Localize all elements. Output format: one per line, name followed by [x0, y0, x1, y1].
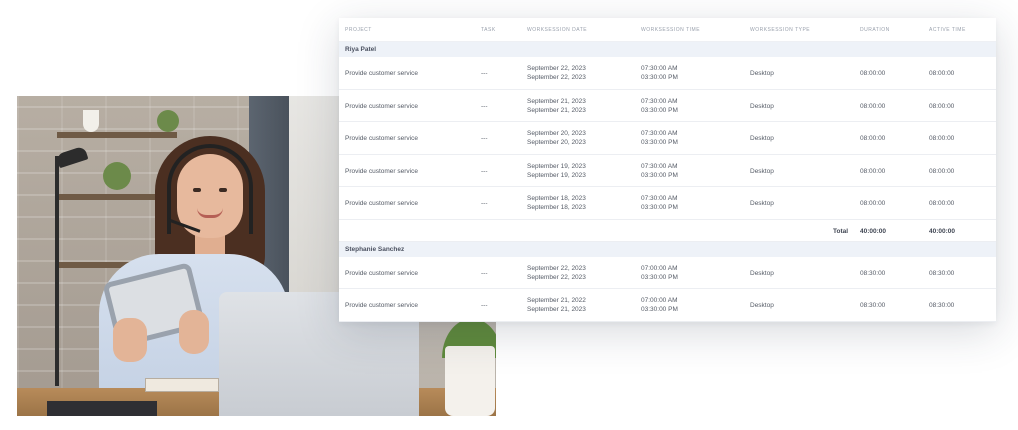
type-cell: Desktop	[750, 167, 774, 175]
time-cell: 07:30:00 AM 03:30:00 PM	[641, 195, 678, 211]
shelf	[57, 132, 177, 138]
task-cell: ---	[481, 200, 488, 207]
date-cell: September 20, 2023 September 20, 2023	[527, 130, 586, 146]
table-row[interactable]: Provide customer service --- September 2…	[339, 257, 996, 289]
type-cell: Desktop	[750, 200, 774, 207]
date-cell: September 22, 2023 September 22, 2023	[527, 264, 586, 281]
column-header-date[interactable]: WORKSESSION DATE	[527, 26, 587, 35]
active-time-cell: 08:30:00	[929, 269, 955, 277]
time-cell: 07:30:00 AM 03:30:00 PM	[641, 97, 678, 114]
active-time-cell: 08:00:00	[929, 200, 955, 207]
table-row[interactable]: Provide customer service --- September 2…	[339, 90, 996, 122]
active-time-cell: 08:00:00	[929, 70, 955, 77]
active-time-cell: 08:30:00	[929, 302, 955, 309]
task-cell: ---	[481, 167, 488, 175]
task-cell: ---	[481, 102, 488, 110]
total-duration: 40:00:00	[860, 227, 887, 235]
time-cell: 07:00:00 AM 03:30:00 PM	[641, 297, 678, 313]
project-cell: Provide customer service	[345, 70, 418, 77]
vase	[83, 110, 99, 132]
desk-mat	[47, 401, 157, 416]
table-row[interactable]: Provide customer service --- September 2…	[339, 57, 996, 90]
active-time-cell: 08:00:00	[929, 102, 955, 110]
type-cell: Desktop	[750, 135, 774, 142]
hand	[113, 318, 147, 362]
column-header-duration[interactable]: DURATION	[860, 26, 890, 35]
task-cell: ---	[481, 302, 488, 309]
date-cell: September 21, 2023 September 21, 2023	[527, 97, 586, 114]
column-header-active-time[interactable]: ACTIVE TIME	[929, 26, 966, 35]
project-cell: Provide customer service	[345, 102, 418, 110]
table-row[interactable]: Provide customer service --- September 1…	[339, 155, 996, 187]
type-cell: Desktop	[750, 269, 774, 277]
table-row[interactable]: Provide customer service --- September 1…	[339, 187, 996, 220]
notebook	[145, 378, 219, 392]
plant	[103, 162, 131, 190]
plant	[157, 110, 179, 132]
active-time-cell: 08:00:00	[929, 167, 955, 175]
type-cell: Desktop	[750, 70, 774, 77]
task-cell: ---	[481, 135, 488, 142]
date-cell: September 22, 2023 September 22, 2023	[527, 65, 586, 81]
total-row: Total 40:00:00 40:00:00	[339, 220, 996, 242]
time-cell: 07:30:00 AM 03:30:00 PM	[641, 130, 678, 146]
time-cell: 07:30:00 AM 03:30:00 PM	[641, 162, 678, 179]
duration-cell: 08:00:00	[860, 167, 886, 175]
project-cell: Provide customer service	[345, 302, 418, 309]
headset-icon	[167, 144, 253, 234]
total-label: Total	[833, 227, 849, 235]
time-cell: 07:00:00 AM 03:30:00 PM	[641, 264, 678, 281]
group-header: Riya Patel	[339, 42, 996, 57]
worksession-report-table: PROJECT TASK WORKSESSION DATE WORKSESSIO…	[339, 18, 996, 322]
employee-name: Riya Patel	[345, 46, 377, 53]
date-cell: September 18, 2023 September 18, 2023	[527, 195, 586, 211]
project-cell: Provide customer service	[345, 167, 418, 175]
task-cell: ---	[481, 70, 488, 77]
type-cell: Desktop	[750, 302, 774, 309]
date-cell: September 19, 2023 September 19, 2023	[527, 162, 586, 179]
task-cell: ---	[481, 269, 488, 277]
plant-pot	[445, 346, 495, 416]
column-header-task[interactable]: TASK	[481, 26, 496, 35]
group-header: Stephanie Sanchez	[339, 241, 996, 257]
table-row[interactable]: Provide customer service --- September 2…	[339, 122, 996, 155]
duration-cell: 08:30:00	[860, 269, 886, 277]
duration-cell: 08:00:00	[860, 135, 886, 142]
project-cell: Provide customer service	[345, 135, 418, 142]
hand	[179, 310, 209, 354]
table-row[interactable]: Provide customer service --- September 2…	[339, 289, 996, 322]
project-cell: Provide customer service	[345, 269, 418, 277]
duration-cell: 08:00:00	[860, 200, 886, 207]
duration-cell: 08:00:00	[860, 102, 886, 110]
type-cell: Desktop	[750, 102, 774, 110]
column-header-project[interactable]: PROJECT	[345, 26, 372, 35]
floor-lamp	[55, 156, 59, 386]
active-time-cell: 08:00:00	[929, 135, 955, 142]
table-header: PROJECT TASK WORKSESSION DATE WORKSESSIO…	[339, 18, 996, 42]
total-active-time: 40:00:00	[929, 227, 956, 235]
duration-cell: 08:30:00	[860, 302, 886, 309]
column-header-time[interactable]: WORKSESSION TIME	[641, 26, 700, 35]
duration-cell: 08:00:00	[860, 70, 886, 77]
time-cell: 07:30:00 AM 03:30:00 PM	[641, 65, 678, 81]
date-cell: September 21, 2022 September 21, 2023	[527, 297, 586, 313]
employee-name: Stephanie Sanchez	[345, 245, 405, 253]
column-header-type[interactable]: WORKSESSION TYPE	[750, 26, 810, 35]
project-cell: Provide customer service	[345, 200, 418, 207]
